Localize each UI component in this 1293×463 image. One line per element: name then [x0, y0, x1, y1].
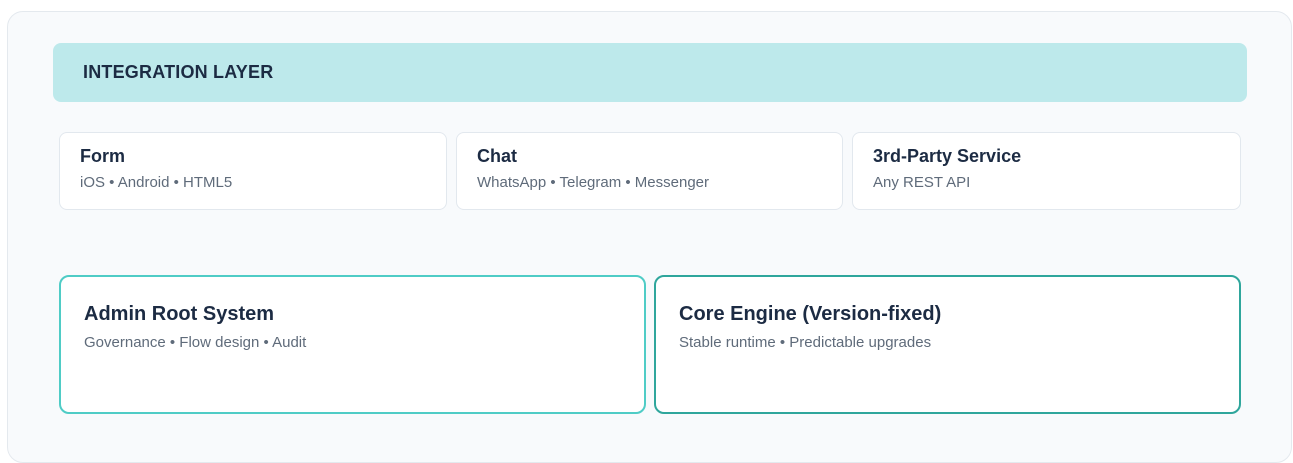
channel-card-title: Chat [477, 146, 517, 166]
channel-card-subtitle: Any REST API [873, 174, 971, 191]
system-box-title: Core Engine (Version-fixed) [679, 303, 942, 325]
admin-root-system-box: Admin Root System Governance • Flow desi… [59, 275, 646, 414]
channel-card-chat: Chat WhatsApp • Telegram • Messenger [456, 132, 843, 210]
core-engine-box: Core Engine (Version-fixed) Stable runti… [654, 275, 1241, 414]
system-box-subtitle: Governance • Flow design • Audit [84, 334, 307, 351]
channel-card-title: Form [80, 146, 125, 166]
integration-layer-header: INTEGRATION LAYER [53, 43, 1247, 102]
system-box-subtitle: Stable runtime • Predictable upgrades [679, 334, 932, 351]
system-box-title: Admin Root System [84, 303, 275, 325]
channel-card-subtitle: iOS • Android • HTML5 [80, 174, 233, 191]
integration-layer-title: INTEGRATION LAYER [83, 62, 274, 82]
channel-card-third-party-service: 3rd-Party Service Any REST API [852, 132, 1241, 210]
channel-card-title: 3rd-Party Service [873, 146, 1022, 166]
channel-card-subtitle: WhatsApp • Telegram • Messenger [477, 174, 709, 191]
channel-card-form: Form iOS • Android • HTML5 [59, 132, 447, 210]
